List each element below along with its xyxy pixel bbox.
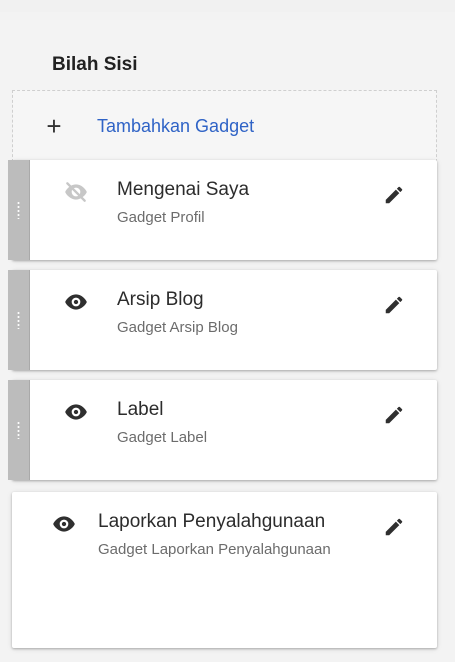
gadget-card-laporkan-penyalahgunaan[interactable]: Laporkan Penyalahgunaan Gadget Laporkan … [12, 492, 437, 648]
pencil-icon[interactable] [381, 402, 407, 428]
eye-off-icon[interactable] [62, 178, 90, 206]
gadget-subtitle: Gadget Laporkan Penyalahgunaan [98, 541, 331, 558]
eye-icon[interactable] [50, 510, 78, 538]
sidebar-title: Bilah Sisi [52, 54, 138, 75]
gadget-card-label[interactable]: Label Gadget Label [8, 380, 437, 480]
gadget-subtitle: Gadget Label [117, 429, 208, 446]
drag-handle[interactable] [8, 160, 30, 260]
gadget-subtitle: Gadget Profil [117, 209, 205, 226]
gadget-text: Label Gadget Label [117, 398, 367, 448]
gadget-card-arsip-blog[interactable]: Arsip Blog Gadget Arsip Blog [8, 270, 437, 370]
pencil-icon[interactable] [381, 182, 407, 208]
gadget-text: Laporkan Penyalahgunaan Gadget Laporkan … [98, 510, 367, 560]
gadget-name: Mengenai Saya [117, 179, 250, 200]
add-gadget-button[interactable]: + Tambahkan Gadget [12, 90, 437, 162]
drag-handle-icon [17, 421, 20, 439]
drag-handle-icon [17, 201, 20, 219]
pencil-icon[interactable] [381, 514, 407, 540]
add-gadget-label: Tambahkan Gadget [97, 115, 255, 136]
gadget-name: Laporkan Penyalahgunaan [98, 511, 326, 532]
eye-icon[interactable] [62, 398, 90, 426]
blogger-layout-page: Bilah Sisi + Tambahkan Gadget Mengenai S… [0, 0, 455, 662]
pencil-icon[interactable] [381, 292, 407, 318]
gadget-name: Label [117, 399, 164, 420]
gadget-card-mengenai-saya[interactable]: Mengenai Saya Gadget Profil [8, 160, 437, 260]
sidebar-panel: Bilah Sisi + Tambahkan Gadget Mengenai S… [0, 12, 455, 662]
eye-icon[interactable] [62, 288, 90, 316]
drag-handle[interactable] [8, 270, 30, 370]
plus-icon: + [46, 110, 62, 141]
gadget-name: Arsip Blog [117, 289, 204, 310]
drag-handle-icon [17, 311, 20, 329]
drag-handle[interactable] [8, 380, 30, 480]
gadget-text: Arsip Blog Gadget Arsip Blog [117, 288, 367, 338]
gadget-subtitle: Gadget Arsip Blog [117, 319, 238, 336]
gadget-text: Mengenai Saya Gadget Profil [117, 178, 367, 228]
